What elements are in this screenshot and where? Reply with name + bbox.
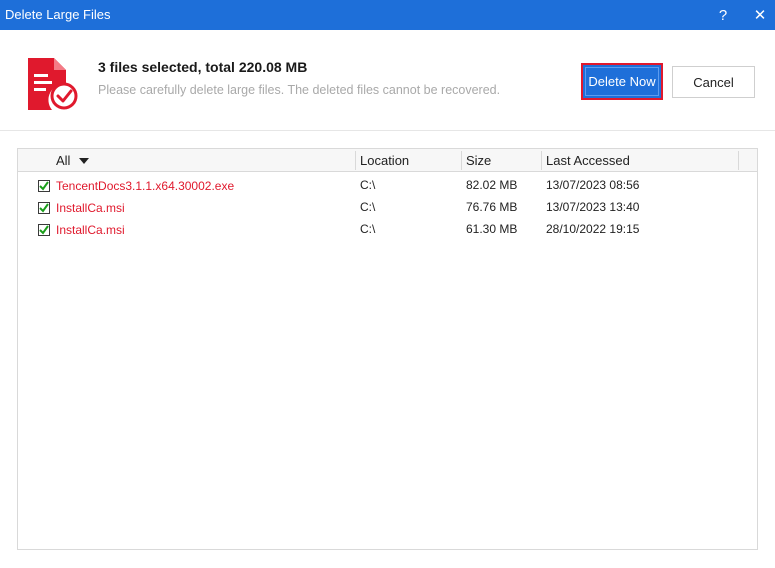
warning-text: Please carefully delete large files. The… (98, 83, 501, 97)
row-checkbox[interactable] (38, 202, 50, 214)
checkmark-icon (39, 181, 49, 191)
column-divider[interactable] (355, 151, 356, 170)
file-last-accessed: 13/07/2023 13:40 (546, 200, 640, 214)
table-row[interactable]: InstallCa.msi C:\ 61.30 MB 28/10/2022 19… (18, 219, 757, 241)
close-button[interactable]: ✕ (745, 0, 775, 30)
table-row[interactable]: TencentDocs3.1.1.x64.30002.exe C:\ 82.02… (18, 175, 757, 197)
file-size: 82.02 MB (466, 178, 518, 192)
file-last-accessed: 13/07/2023 08:56 (546, 178, 640, 192)
file-location: C:\ (360, 222, 376, 236)
column-header-last-accessed[interactable]: Last Accessed (546, 149, 630, 172)
caret-down-icon[interactable] (79, 157, 90, 164)
help-button[interactable]: ? (708, 0, 738, 30)
file-name: InstallCa.msi (56, 201, 125, 215)
table-header: All Location Size Last Accessed (18, 149, 757, 172)
column-header-location[interactable]: Location (360, 149, 409, 172)
delete-now-label: Delete Now (585, 67, 659, 96)
file-size: 76.76 MB (466, 200, 518, 214)
file-name: TencentDocs3.1.1.x64.30002.exe (56, 179, 235, 193)
row-checkbox[interactable] (38, 180, 50, 192)
checkmark-icon (39, 225, 49, 235)
column-divider[interactable] (461, 151, 462, 170)
close-icon: ✕ (753, 7, 767, 24)
table-row[interactable]: InstallCa.msi C:\ 76.76 MB 13/07/2023 13… (18, 197, 757, 219)
file-table: All Location Size Last Accessed TencentD… (17, 148, 758, 550)
file-location: C:\ (360, 200, 376, 214)
column-label-all: All (56, 153, 71, 168)
window-title: Delete Large Files (5, 7, 111, 22)
document-delete-icon (28, 58, 78, 110)
checkmark-icon (39, 203, 49, 213)
file-size: 61.30 MB (466, 222, 518, 236)
column-header-all[interactable]: All (56, 149, 90, 172)
header-panel: 3 files selected, total 220.08 MB Please… (0, 30, 775, 131)
file-location: C:\ (360, 178, 376, 192)
column-divider[interactable] (541, 151, 542, 170)
cancel-button[interactable]: Cancel (672, 66, 755, 98)
delete-now-button[interactable]: Delete Now (581, 63, 663, 100)
file-name: InstallCa.msi (56, 223, 125, 237)
row-checkbox[interactable] (38, 224, 50, 236)
column-header-size[interactable]: Size (466, 149, 491, 172)
column-divider[interactable] (738, 151, 739, 170)
selection-summary: 3 files selected, total 220.08 MB (98, 59, 308, 75)
help-icon: ? (718, 6, 728, 24)
file-last-accessed: 28/10/2022 19:15 (546, 222, 640, 236)
title-bar: Delete Large Files ? ✕ (0, 0, 775, 30)
